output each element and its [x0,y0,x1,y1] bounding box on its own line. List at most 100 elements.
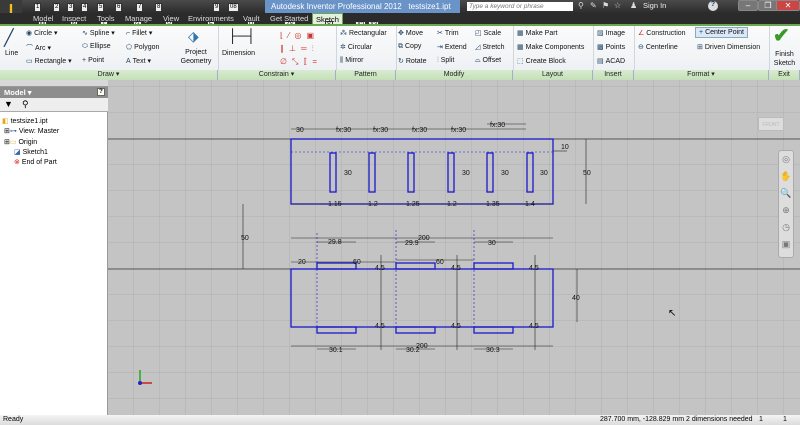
label: Construction [646,30,686,37]
text-button[interactable]: A Text ▾ [126,57,151,65]
line-button[interactable]: Line [5,50,18,57]
acad-button[interactable]: ▤ ACAD [597,57,625,65]
dim: 30 [540,170,548,177]
project-geometry-button[interactable]: Project Geometry [176,48,216,66]
navigation-bar[interactable]: ◎ ✋ 🔍 ⊕ ◷ ▣ [778,150,794,258]
panel-draw[interactable]: Draw ▾ [0,70,218,80]
dim: 4.5 [375,323,385,330]
viewcube[interactable]: FRONT [758,117,784,131]
filter-icon[interactable]: ▼ [4,99,13,109]
panel-layout: Layout [513,70,593,80]
points-icon: ▩ [597,44,604,51]
restore-button[interactable]: ❐ [758,0,778,11]
make-components-icon: ▦ [517,44,524,51]
move-button[interactable]: ✥ Move [398,29,423,37]
label: testsize1.ipt [10,118,48,125]
label: Arc [35,45,46,52]
nav-tools-icons[interactable]: ◎ ✋ 🔍 ⊕ ◷ ▣ [779,151,793,253]
fillet-button[interactable]: ⌐ Fillet ▾ [126,29,152,37]
label: Stretch [482,44,505,51]
trim-button[interactable]: ✂ Trim [437,29,459,37]
search-input[interactable]: Type a keyword or phrase [467,2,573,11]
star-icon[interactable]: ☆ [614,1,621,10]
dim: 10 [561,144,569,151]
text-icon: A [126,58,131,65]
spline-button[interactable]: ∿ Spline ▾ [82,29,115,37]
keytip: 7 [136,3,144,12]
image-button[interactable]: ▨ Image [597,29,625,37]
rectangle-button[interactable]: ▭ Rectangle ▾ [26,57,72,65]
close-button[interactable]: ✕ [776,0,800,11]
help-button[interactable]: ? [708,1,718,11]
point-button[interactable]: + Point [82,57,104,64]
split-button[interactable]: ⫶ Split [437,57,454,65]
tree-item-end-of-part[interactable]: ⊗ End of Part [14,158,57,168]
arc-button[interactable]: ⌒ Arc ▾ [26,43,51,53]
finish-sketch-button[interactable]: Finish Sketch [771,50,798,68]
dim: 40 [572,295,580,302]
status-bar: Ready 287.700 mm, -128.829 mm 2 dimensio… [0,415,800,425]
center-point-button[interactable]: + Center Point [695,27,749,38]
arc-icon: ⌒ [26,45,33,52]
wrench-icon[interactable]: ✎ [590,1,597,10]
construction-button[interactable]: ∠ Construction [638,29,686,37]
circle-button[interactable]: ◉ Circle ▾ [26,29,57,37]
make-components-button[interactable]: ▦ Make Components [517,43,584,51]
label: Copy [405,43,422,50]
subscription-icon[interactable]: ⚑ [602,1,609,10]
point-icon: + [82,57,87,64]
trim-icon: ✂ [437,30,443,37]
image-icon: ▨ [597,30,604,37]
panel-insert: Insert [593,70,634,80]
browser-header[interactable]: Model ▾? [0,87,108,98]
scale-button[interactable]: ◰ Scale [475,29,501,37]
panel-constrain[interactable]: Constrain ▾ [218,70,336,80]
constraint-icons-grid[interactable]: ⌊⁄◎▣ ∥⊥═⫶ ∅⤡⟦= [280,29,322,68]
center-point-icon: + [699,29,704,36]
tree-item-sketch1[interactable]: ◪ Sketch1 [14,148,48,158]
centerline-button[interactable]: ⊖ Centerline [638,43,678,51]
sketch-canvas[interactable]: 30 fx:30 fx:30 fx:30 fx:30 fx:30 30 30 3… [108,80,800,415]
dim: 30.3 [486,347,500,354]
dim: 4.5 [375,265,385,272]
label: Draw [97,71,114,78]
dim: 29.9 [405,240,419,247]
copy-button[interactable]: ⧉ Copy [398,43,421,51]
help-icon[interactable]: ? [97,88,105,96]
sketch-icon: ◪ [14,149,21,156]
create-block-button[interactable]: ⬚ Create Block [517,57,566,65]
dimension-button[interactable]: Dimension [222,50,255,57]
points-button[interactable]: ▩ Points [597,43,625,51]
dim: 30 [296,127,304,134]
label: Rectangular [349,30,387,37]
panel-format[interactable]: Format ▾ [634,70,769,80]
label: Circular [347,44,372,51]
stretch-button[interactable]: ◿ Stretch [475,43,505,51]
polygon-button[interactable]: ⬠ Polygon [126,43,159,51]
make-part-button[interactable]: ▦ Make Part [517,29,558,37]
extend-button[interactable]: ⇥ Extend [437,43,467,51]
dim: 1.2 [368,201,378,208]
offset-button[interactable]: ⌓ Offset [475,57,501,65]
sign-in-link[interactable]: Sign In [643,1,666,10]
tree-item-view[interactable]: ⊞⊶ View: Master [4,127,59,137]
driven-dimension-button[interactable]: ⊞ Driven Dimension [697,43,760,51]
minimize-button[interactable]: – [738,0,758,11]
dim: 30 [488,240,496,247]
tree-item-part[interactable]: ◧ testsize1.ipt [2,117,48,127]
find-icon[interactable]: ⚲ [22,99,29,110]
label: Format [687,71,710,78]
ellipse-button[interactable]: ⬭ Ellipse [82,43,111,51]
tree-item-origin[interactable]: ⊞▭ Origin [4,138,37,148]
label: Split [440,57,455,64]
mirror-icon: ⫼ [340,57,344,64]
status-text: Ready [3,416,24,423]
rectangular-pattern-button[interactable]: ⁂ Rectangular [340,29,387,37]
label: Origin [18,139,38,146]
user-icon[interactable]: ♟ [630,1,637,10]
mirror-button[interactable]: ⫼ Mirror [340,57,364,65]
binoculars-icon[interactable]: ⚲ [578,1,584,10]
dim: 1.4 [525,201,535,208]
circular-pattern-button[interactable]: ✲ Circular [340,43,372,51]
rotate-button[interactable]: ↻ Rotate [398,57,427,65]
